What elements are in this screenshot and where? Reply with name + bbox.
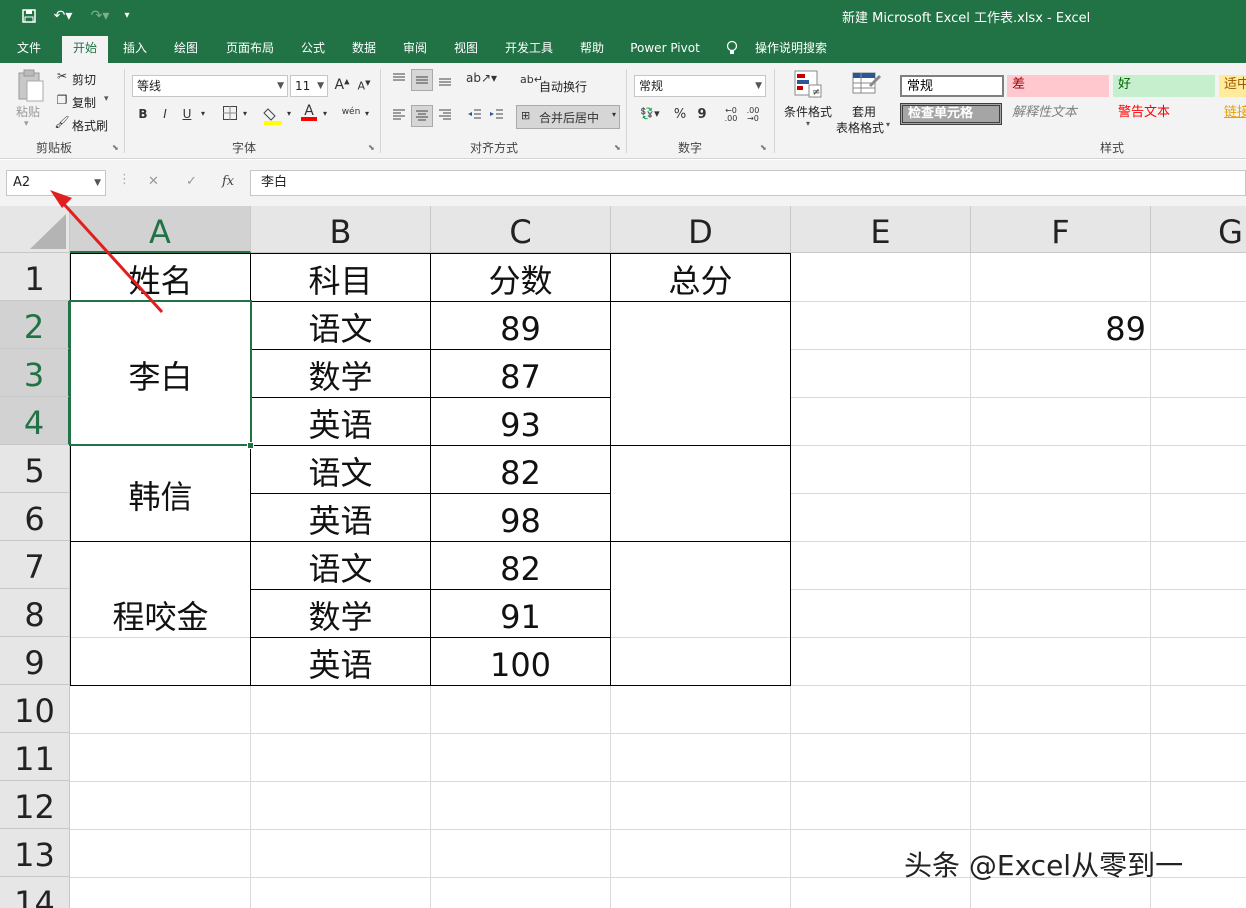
annotation-arrow	[50, 190, 164, 314]
